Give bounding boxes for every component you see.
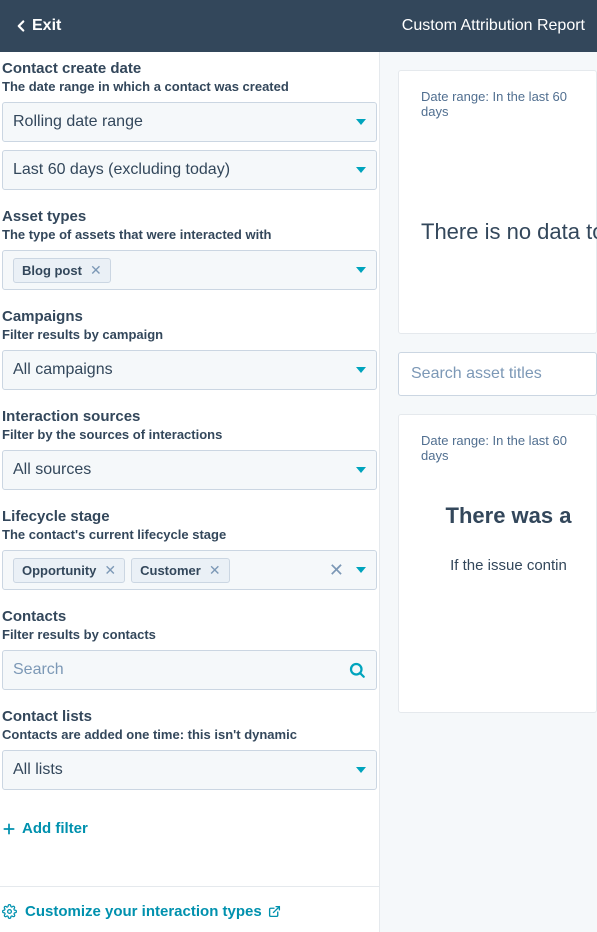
filter-desc: Contacts are added one time: this isn't …: [0, 725, 379, 750]
filter-label: Lifecycle stage: [0, 508, 379, 525]
filter-desc: Filter by the sources of interactions: [0, 425, 379, 450]
filter-campaigns: Campaigns Filter results by campaign All…: [0, 308, 379, 408]
filters-sidebar: Contact create date The date range in wh…: [0, 52, 380, 932]
close-icon[interactable]: ✕: [209, 563, 221, 577]
filter-contacts: Contacts Filter results by contacts: [0, 608, 379, 708]
external-link-icon: [268, 905, 281, 918]
clear-all-icon[interactable]: ✕: [329, 561, 356, 579]
asset-search-input[interactable]: [411, 365, 584, 383]
close-icon[interactable]: ✕: [104, 563, 116, 577]
filter-contact-lists: Contact lists Contacts are added one tim…: [0, 708, 379, 808]
chip-opportunity[interactable]: Opportunity ✕: [13, 558, 125, 583]
lists-select[interactable]: All lists: [2, 750, 377, 790]
select-value: All lists: [13, 761, 356, 779]
search-input[interactable]: [13, 661, 348, 679]
chip-label: Blog post: [22, 263, 82, 278]
asset-search-box[interactable]: [398, 352, 597, 396]
filter-desc: Filter results by contacts: [0, 625, 379, 650]
contacts-search[interactable]: [2, 650, 377, 690]
chevron-down-icon: [356, 267, 366, 273]
customize-interaction-types-link[interactable]: Customize your interaction types: [0, 886, 379, 932]
filter-label: Contact create date: [0, 60, 379, 77]
preview-panel: Date range: In the last 60 days There is…: [380, 52, 597, 932]
filter-desc: The type of assets that were interacted …: [0, 225, 379, 250]
filter-label: Contact lists: [0, 708, 379, 725]
plus-icon: [2, 822, 16, 836]
chart-card: Date range: In the last 60 days There is…: [398, 70, 597, 334]
filter-desc: The date range in which a contact was cr…: [0, 77, 379, 102]
select-value: Rolling date range: [13, 113, 356, 131]
campaigns-select[interactable]: All campaigns: [2, 350, 377, 390]
lifecycle-select[interactable]: Opportunity ✕ Customer ✕ ✕: [2, 550, 377, 590]
filter-label: Campaigns: [0, 308, 379, 325]
filter-interaction-sources: Interaction sources Filter by the source…: [0, 408, 379, 508]
date-range-meta: Date range: In the last 60 days: [421, 433, 596, 463]
chip-customer[interactable]: Customer ✕: [131, 558, 229, 583]
asset-types-select[interactable]: Blog post ✕: [2, 250, 377, 290]
chevron-down-icon: [356, 367, 366, 373]
exit-label: Exit: [32, 17, 61, 35]
filter-desc: Filter results by campaign: [0, 325, 379, 350]
empty-state-message: There is no data to: [421, 219, 596, 245]
add-filter-button[interactable]: Add filter: [0, 808, 379, 867]
chip-blog-post[interactable]: Blog post ✕: [13, 258, 111, 283]
select-value: All campaigns: [13, 361, 356, 379]
app-header: Exit Custom Attribution Report: [0, 0, 597, 52]
error-title: There was a: [421, 503, 596, 529]
error-card: Date range: In the last 60 days There wa…: [398, 414, 597, 713]
filter-asset-types: Asset types The type of assets that were…: [0, 208, 379, 308]
select-value: Last 60 days (excluding today): [13, 161, 356, 179]
date-range-select[interactable]: Last 60 days (excluding today): [2, 150, 377, 190]
filter-label: Asset types: [0, 208, 379, 225]
filter-label: Interaction sources: [0, 408, 379, 425]
search-icon: [348, 661, 366, 679]
customize-label: Customize your interaction types: [25, 903, 262, 920]
filter-label: Contacts: [0, 608, 379, 625]
chevron-down-icon: [356, 467, 366, 473]
gear-icon: [2, 904, 17, 919]
page-title: Custom Attribution Report: [402, 17, 585, 35]
exit-button[interactable]: Exit: [12, 17, 61, 35]
filter-lifecycle-stage: Lifecycle stage The contact's current li…: [0, 508, 379, 608]
filter-desc: The contact's current lifecycle stage: [0, 525, 379, 550]
select-value: All sources: [13, 461, 356, 479]
chip-label: Opportunity: [22, 563, 96, 578]
chevron-left-icon: [12, 17, 30, 35]
filter-contact-create-date: Contact create date The date range in wh…: [0, 52, 379, 208]
date-mode-select[interactable]: Rolling date range: [2, 102, 377, 142]
chevron-down-icon: [356, 119, 366, 125]
date-range-meta: Date range: In the last 60 days: [421, 89, 596, 119]
chevron-down-icon: [356, 567, 366, 573]
close-icon[interactable]: ✕: [90, 263, 102, 277]
chevron-down-icon: [356, 167, 366, 173]
chip-label: Customer: [140, 563, 201, 578]
sources-select[interactable]: All sources: [2, 450, 377, 490]
add-filter-label: Add filter: [22, 820, 88, 837]
chevron-down-icon: [356, 767, 366, 773]
error-subtext: If the issue contin: [421, 557, 596, 694]
